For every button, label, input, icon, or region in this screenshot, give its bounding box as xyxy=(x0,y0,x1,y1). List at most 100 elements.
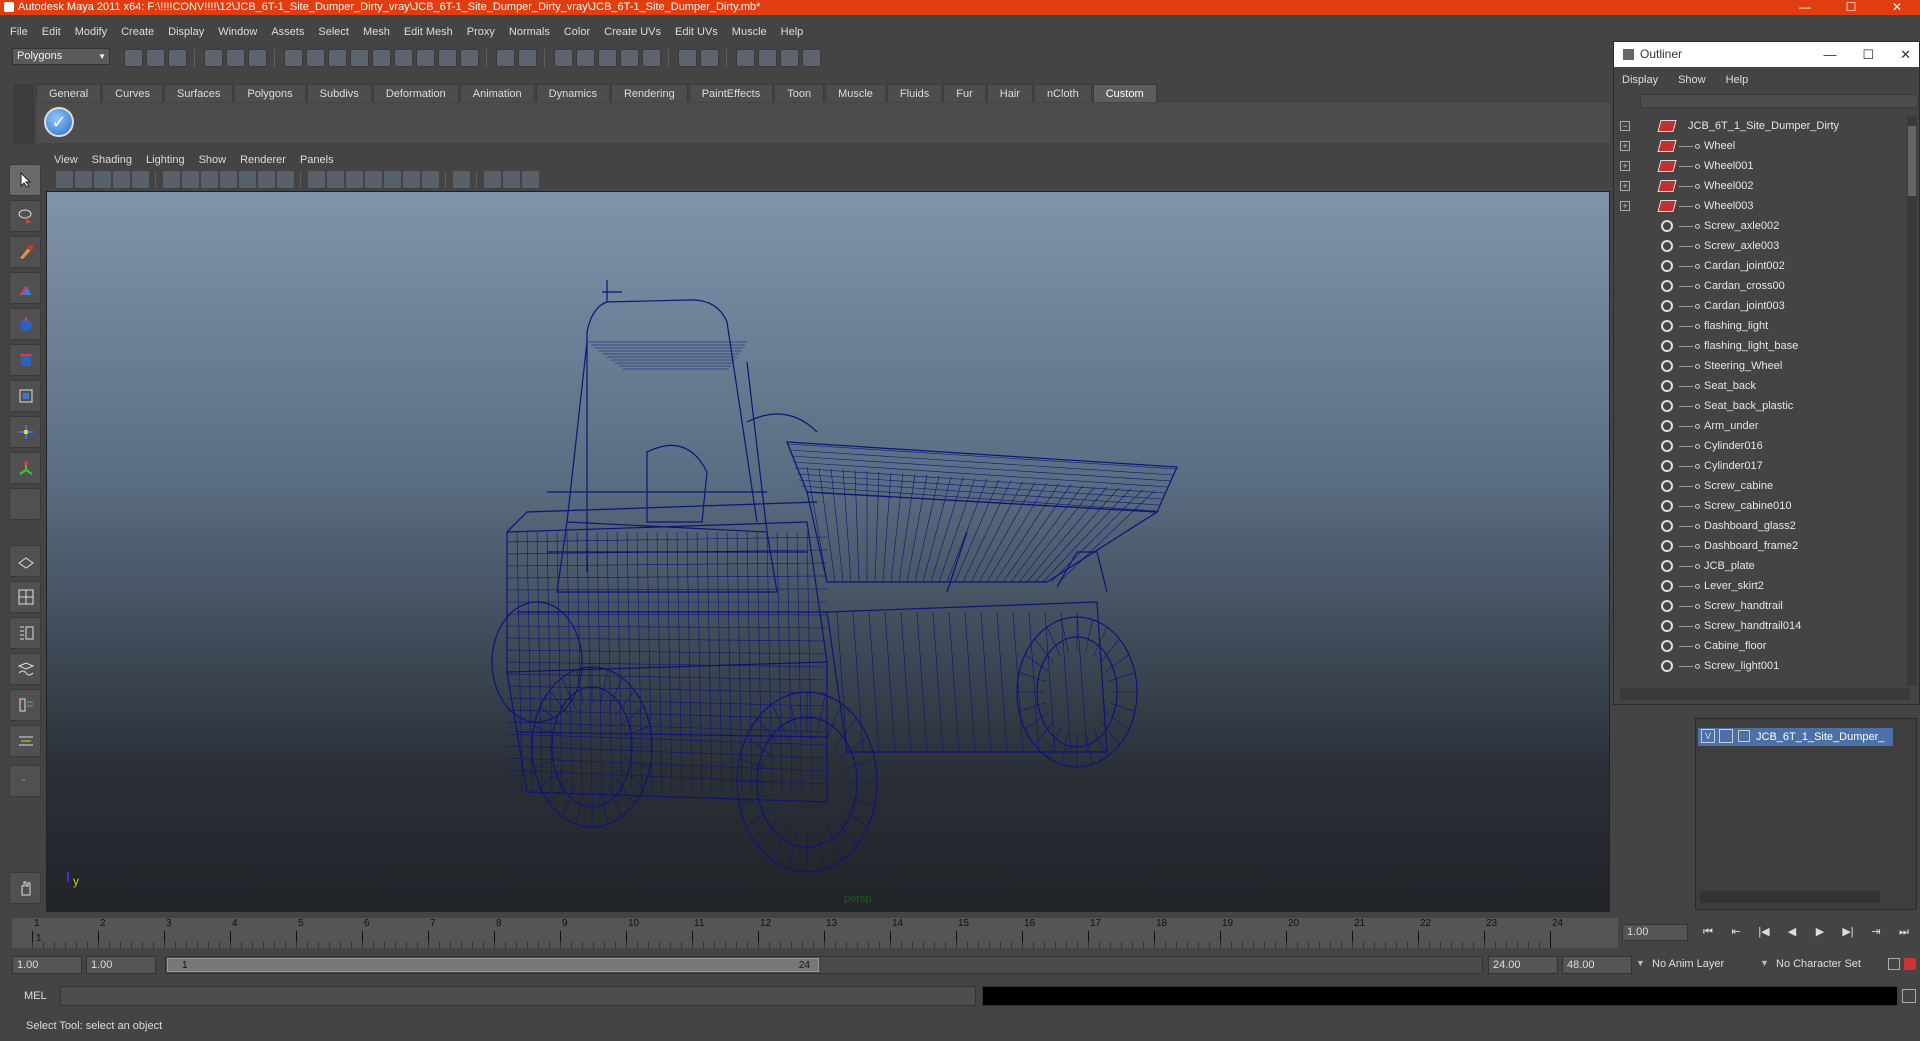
tab-rendering[interactable]: Rendering xyxy=(610,84,688,102)
shadows-icon[interactable] xyxy=(403,171,420,188)
select-deformations-icon[interactable] xyxy=(394,49,413,67)
outliner-horizontal-scrollbar[interactable] xyxy=(1620,688,1910,700)
tab-hair[interactable]: Hair xyxy=(986,84,1033,102)
outliner-item[interactable]: + Wheel002 xyxy=(1614,176,1906,196)
use-all-lights-icon[interactable] xyxy=(384,171,401,188)
layer-horizontal-scrollbar[interactable] xyxy=(1700,891,1880,903)
select-component-icon[interactable] xyxy=(248,49,267,67)
step-forward-key-button[interactable]: ⇥ xyxy=(1866,924,1886,941)
outliner-item[interactable]: Cardan_joint003 xyxy=(1614,296,1906,316)
range-slider[interactable]: 1 24 xyxy=(165,956,1483,974)
current-time-field[interactable]: 1.00 xyxy=(1622,924,1688,941)
select-rendering-icon[interactable] xyxy=(438,49,457,67)
outliner-item[interactable]: Seat_back_plastic xyxy=(1614,396,1906,416)
select-hierarchy-icon[interactable] xyxy=(204,49,223,67)
close-button[interactable]: ✕ xyxy=(1874,0,1920,15)
panel-menu-panels[interactable]: Panels xyxy=(300,152,334,169)
maximize-button[interactable]: ☐ xyxy=(1828,0,1874,15)
menu-normals[interactable]: Normals xyxy=(509,24,550,41)
open-scene-icon[interactable] xyxy=(146,49,165,67)
perspective-viewport[interactable]: y persp xyxy=(46,191,1610,912)
select-surfaces-icon[interactable] xyxy=(372,49,391,67)
rotate-tool-button[interactable] xyxy=(9,344,41,376)
outliner-item[interactable]: flashing_light xyxy=(1614,316,1906,336)
menu-modify[interactable]: Modify xyxy=(75,24,107,41)
tab-custom[interactable]: Custom xyxy=(1092,84,1157,102)
play-backwards-button[interactable]: ◀ xyxy=(1782,924,1802,941)
display-layer-row[interactable]: V JCB_6T_1_Site_Dumper_ xyxy=(1698,728,1893,746)
checkmark-shelf-icon[interactable]: ✓ xyxy=(44,107,74,137)
playback-start-field[interactable]: 1.00 xyxy=(86,956,156,974)
resolution-gate-icon[interactable] xyxy=(201,171,218,188)
outliner-item[interactable]: Cardan_joint002 xyxy=(1614,256,1906,276)
tab-surfaces[interactable]: Surfaces xyxy=(163,84,234,102)
outliner-close-button[interactable]: ✕ xyxy=(1900,42,1911,67)
outliner-minimize-button[interactable]: — xyxy=(1823,42,1836,67)
snap-view-plane-icon[interactable] xyxy=(620,49,639,67)
time-slider[interactable]: 1 1 2 3 4 5 6 7 8 9 10 11 12 13 14 15 16 17 18 19 20 21 22 23 2… xyxy=(12,918,1618,948)
film-gate-icon[interactable] xyxy=(182,171,199,188)
site-dumper-wireframe[interactable] xyxy=(47,192,1610,912)
play-forwards-button[interactable]: ▶ xyxy=(1810,924,1830,941)
tab-curves[interactable]: Curves xyxy=(102,84,163,102)
outliner-item[interactable]: Steering_Wheel xyxy=(1614,356,1906,376)
panel-menu-lighting[interactable]: Lighting xyxy=(146,152,185,169)
paint-select-tool-button[interactable] xyxy=(9,236,41,268)
step-back-frame-button[interactable]: |◀ xyxy=(1754,924,1774,941)
step-forward-frame-button[interactable]: ▶| xyxy=(1838,924,1858,941)
shelf-menu-handle[interactable] xyxy=(14,84,34,144)
range-slider-handle[interactable]: 1 24 xyxy=(167,958,819,972)
panel-menu-show[interactable]: Show xyxy=(199,152,227,169)
menu-select[interactable]: Select xyxy=(318,24,349,41)
key-icon[interactable] xyxy=(1888,958,1900,970)
layer-playback-toggle[interactable] xyxy=(1719,729,1733,743)
script-editor-icon[interactable] xyxy=(1902,989,1916,1003)
scale-tool-button[interactable] xyxy=(9,380,41,412)
outliner-item[interactable]: Dashboard_frame2 xyxy=(1614,536,1906,556)
tab-polygons[interactable]: Polygons xyxy=(234,84,306,102)
mask-menu-icon[interactable] xyxy=(284,49,303,67)
outliner-item[interactable]: + Wheel003 xyxy=(1614,196,1906,216)
input-history-icon[interactable] xyxy=(678,49,697,67)
outliner-item[interactable]: + Wheel xyxy=(1614,136,1906,156)
outliner-item[interactable]: Screw_handtrail014 xyxy=(1614,616,1906,636)
menu-create[interactable]: Create xyxy=(121,24,154,41)
tab-fur[interactable]: Fur xyxy=(943,84,986,102)
script-language-toggle[interactable]: MEL xyxy=(24,987,47,1005)
safe-action-icon[interactable] xyxy=(258,171,275,188)
collapse-icon[interactable]: − xyxy=(1620,121,1630,131)
menu-muscle[interactable]: Muscle xyxy=(732,24,767,41)
persp-trax-layout-button[interactable] xyxy=(9,725,41,757)
menu-edit-uvs[interactable]: Edit UVs xyxy=(675,24,718,41)
step-back-key-button[interactable]: ⇤ xyxy=(1726,924,1746,941)
outliner-item[interactable]: JCB_plate xyxy=(1614,556,1906,576)
outliner-item[interactable]: Screw_handtrail xyxy=(1614,596,1906,616)
outliner-menu-help[interactable]: Help xyxy=(1726,72,1749,88)
outliner-item[interactable]: Screw_light001 xyxy=(1614,656,1906,676)
high-quality-icon[interactable] xyxy=(422,171,439,188)
outliner-root-item[interactable]: − JCB_6T_1_Site_Dumper_Dirty xyxy=(1614,116,1906,136)
hypershade-layout-button[interactable] xyxy=(9,689,41,721)
highlight-selection-icon[interactable] xyxy=(518,49,537,67)
wireframe-on-shaded-icon[interactable] xyxy=(346,171,363,188)
outliner-item[interactable]: Screw_axle002 xyxy=(1614,216,1906,236)
tab-painteffects[interactable]: PaintEffects xyxy=(688,84,774,102)
outliner-filter-input[interactable] xyxy=(1640,94,1918,108)
end-time-field[interactable]: 48.00 xyxy=(1562,956,1632,974)
tab-muscle[interactable]: Muscle xyxy=(825,84,886,102)
lock-selection-icon[interactable] xyxy=(496,49,515,67)
menu-create-uvs[interactable]: Create UVs xyxy=(604,24,661,41)
select-dynamics-icon[interactable] xyxy=(416,49,435,67)
image-plane-icon[interactable] xyxy=(113,171,130,188)
outliner-item[interactable]: Arm_under xyxy=(1614,416,1906,436)
outliner-item[interactable]: Dashboard_glass2 xyxy=(1614,516,1906,536)
bookmark-icon[interactable] xyxy=(94,171,111,188)
outliner-item[interactable]: + Wheel001 xyxy=(1614,156,1906,176)
go-to-start-button[interactable]: ⏮ xyxy=(1698,924,1718,941)
outliner-item[interactable]: flashing_light_base xyxy=(1614,336,1906,356)
outliner-item[interactable]: Seat_back xyxy=(1614,376,1906,396)
menu-display[interactable]: Display xyxy=(168,24,204,41)
camera-attributes-icon[interactable] xyxy=(75,171,92,188)
safe-title-icon[interactable] xyxy=(277,171,294,188)
show-manipulator-button[interactable] xyxy=(9,452,41,484)
